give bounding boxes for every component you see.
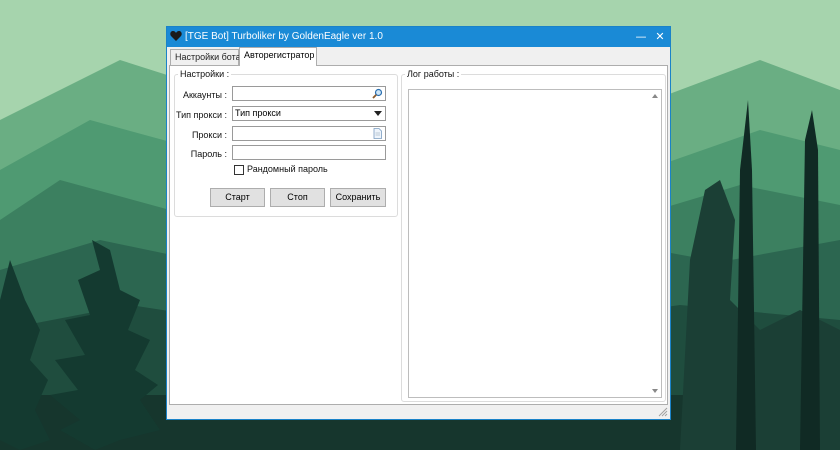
- proxy-type-value: Тип прокси: [235, 108, 281, 118]
- settings-group-label: Настройки :: [178, 69, 232, 79]
- start-button[interactable]: Старт: [210, 188, 265, 207]
- title-bar[interactable]: [TGE Bot] Turboliker by GoldenEagle ver …: [167, 27, 670, 47]
- settings-group: Настройки : Аккаунты : Тип прокси : Тип …: [174, 69, 398, 217]
- password-field[interactable]: [232, 145, 386, 160]
- window-title: [TGE Bot] Turboliker by GoldenEagle ver …: [185, 31, 383, 42]
- save-button[interactable]: Сохранить: [330, 188, 386, 207]
- password-label: Пароль :: [190, 149, 227, 159]
- log-textarea[interactable]: [408, 89, 662, 398]
- accounts-label: Аккаунты :: [182, 90, 227, 100]
- accounts-field[interactable]: [232, 86, 386, 101]
- random-password-checkbox[interactable]: [234, 165, 244, 175]
- proxy-type-label: Тип прокси :: [176, 110, 227, 120]
- tab-panel-autoregistrator: Настройки : Аккаунты : Тип прокси : Тип …: [169, 65, 668, 405]
- stop-button[interactable]: Стоп: [270, 188, 325, 207]
- tab-bot-settings[interactable]: Настройки бота: [170, 49, 241, 66]
- proxies-field[interactable]: [232, 126, 386, 141]
- log-group: Лог работы :: [401, 69, 666, 402]
- proxy-type-select[interactable]: Тип прокси: [232, 106, 386, 121]
- chevron-down-icon: [374, 111, 382, 116]
- scroll-down-icon[interactable]: [652, 389, 658, 393]
- close-button[interactable]: ✕: [648, 27, 672, 47]
- log-scrollbar[interactable]: [649, 90, 661, 397]
- heart-icon: [170, 31, 182, 41]
- tab-autoregistrator[interactable]: Авторегистратор: [239, 47, 317, 66]
- scroll-up-icon[interactable]: [652, 94, 658, 98]
- app-window: [TGE Bot] Turboliker by GoldenEagle ver …: [166, 26, 671, 420]
- status-bar: [167, 405, 670, 419]
- random-password-label[interactable]: Рандомный пароль: [247, 164, 328, 174]
- log-group-label: Лог работы :: [405, 69, 462, 79]
- search-file-icon[interactable]: [372, 88, 383, 99]
- proxies-label: Прокси :: [191, 130, 227, 140]
- file-icon[interactable]: [372, 128, 383, 139]
- resize-grip-icon[interactable]: [658, 407, 668, 417]
